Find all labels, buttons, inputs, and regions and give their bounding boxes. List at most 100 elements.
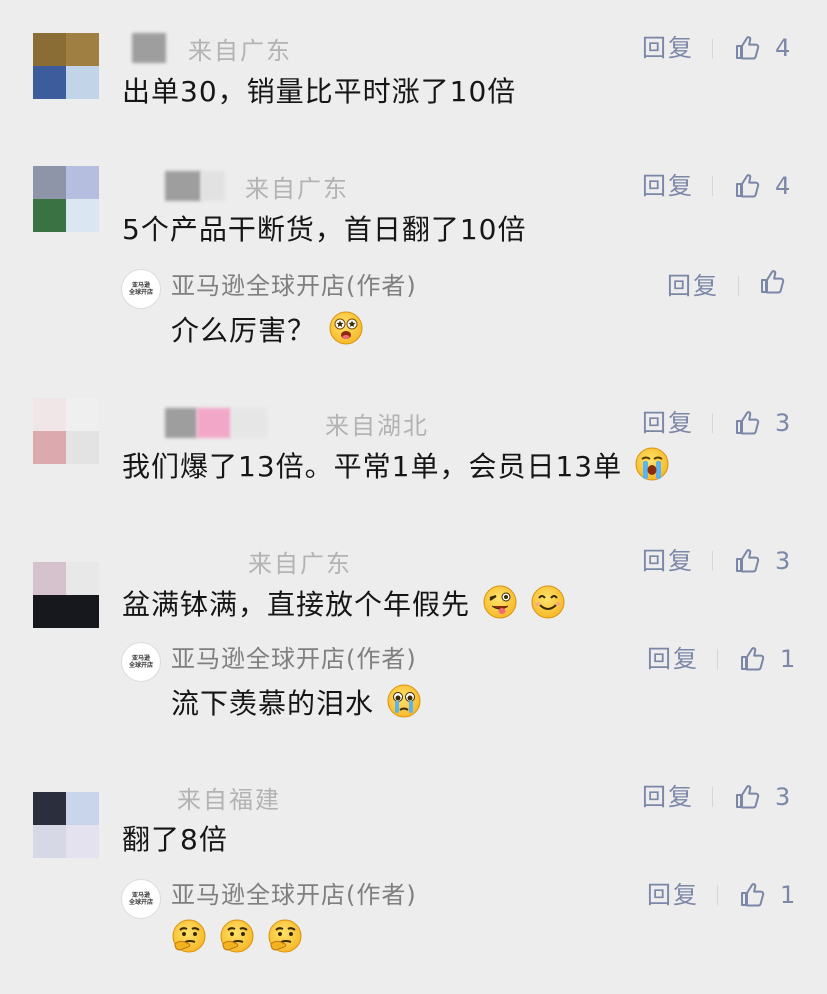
- comment-meta: 来自广东: [228, 543, 352, 579]
- thumbs-up-icon: [758, 268, 786, 296]
- star-eyes-emoji-icon: [329, 311, 363, 345]
- reply-button[interactable]: 回复: [642, 405, 694, 441]
- reply-button[interactable]: 回复: [647, 877, 699, 913]
- teary-emoji-icon: [387, 684, 421, 718]
- avatar-tile: [33, 595, 66, 628]
- logo-text: 全球开店: [128, 662, 153, 669]
- like-button[interactable]: 4: [733, 30, 790, 66]
- username-redacted: [231, 408, 267, 438]
- comment-text: 盆满钵满，直接放个年假先: [122, 584, 566, 625]
- username-redacted: [132, 33, 166, 63]
- comment-text-content: 盆满钵满，直接放个年假先: [122, 588, 471, 621]
- avatar-tile: [33, 792, 66, 825]
- comment-meta: 来自湖北: [165, 405, 429, 441]
- divider: [717, 885, 718, 905]
- comment-text: 5个产品干断货，首日翻了10倍: [122, 213, 527, 246]
- comment-meta: 来自广东: [165, 168, 349, 204]
- like-count: 4: [775, 172, 791, 200]
- comment-text: 翻了8倍: [122, 823, 228, 856]
- thumbs-up-icon: [738, 645, 766, 673]
- avatar-tile: [66, 431, 99, 464]
- reply-text-content: 流下羡慕的泪水: [171, 687, 375, 720]
- like-button[interactable]: 1: [738, 877, 795, 913]
- reply-button[interactable]: 回复: [642, 543, 694, 579]
- loudly-crying-emoji-icon: [635, 447, 669, 481]
- avatar-tile: [66, 199, 99, 232]
- author-avatar[interactable]: 亚马逊 全球开店: [121, 642, 161, 682]
- avatar-tile: [66, 66, 99, 99]
- avatar-tile: [33, 431, 66, 464]
- logo-text: 全球开店: [128, 289, 153, 296]
- like-count: 3: [775, 547, 791, 575]
- thumbs-up-icon: [738, 881, 766, 909]
- avatar-tile: [33, 562, 66, 595]
- logo-text: 亚马逊: [131, 655, 150, 662]
- like-button[interactable]: 3: [733, 405, 790, 441]
- divider: [738, 276, 739, 296]
- thinking-emoji-icon: [268, 919, 302, 953]
- avatar-tile: [66, 595, 99, 628]
- username-redacted: [165, 408, 197, 438]
- avatar-tile: [33, 33, 66, 66]
- avatar[interactable]: [33, 166, 99, 232]
- author-avatar[interactable]: 亚马逊 全球开店: [121, 879, 161, 919]
- username-redacted: [197, 408, 231, 438]
- comment-text-content: 我们爆了13倍。平常1单，会员日13单: [122, 450, 623, 483]
- like-count: 4: [775, 34, 791, 62]
- like-count: 3: [775, 409, 791, 437]
- region-label: 来自湖北: [325, 411, 429, 440]
- reply-button[interactable]: 回复: [647, 641, 699, 677]
- thumbs-up-icon: [733, 34, 761, 62]
- like-count: 3: [775, 783, 791, 811]
- avatar-tile: [66, 792, 99, 825]
- avatar-tile: [33, 825, 66, 858]
- avatar-tile: [33, 398, 66, 431]
- thinking-emoji-icon: [220, 919, 254, 953]
- thumbs-up-icon: [733, 409, 761, 437]
- like-button[interactable]: 4: [733, 168, 790, 204]
- reply-text: [169, 918, 303, 959]
- winking-tongue-emoji-icon: [483, 585, 517, 619]
- reply-button[interactable]: 回复: [642, 779, 694, 815]
- like-count: 1: [780, 645, 796, 673]
- thumbs-up-icon: [733, 172, 761, 200]
- like-button[interactable]: 1: [738, 641, 795, 677]
- divider: [712, 787, 713, 807]
- username-redacted: [165, 171, 201, 201]
- comment-text: 我们爆了13倍。平常1单，会员日13单: [122, 446, 670, 487]
- region-label: 来自广东: [188, 36, 292, 65]
- reply-button[interactable]: 回复: [642, 168, 694, 204]
- reply-text: 介么厉害？: [171, 310, 364, 351]
- author-name: 亚马逊全球开店(作者): [171, 645, 417, 673]
- reply-text-content: 介么厉害？: [171, 314, 317, 347]
- avatar[interactable]: [33, 792, 99, 858]
- divider: [717, 649, 718, 669]
- author-name: 亚马逊全球开店(作者): [171, 272, 417, 300]
- author-avatar[interactable]: 亚马逊 全球开店: [121, 269, 161, 309]
- avatar[interactable]: [33, 562, 99, 628]
- divider: [712, 39, 713, 59]
- region-label: 来自广东: [245, 174, 349, 203]
- reply-button[interactable]: 回复: [642, 30, 694, 66]
- region-label: 来自广东: [248, 549, 352, 578]
- avatar-tile: [66, 825, 99, 858]
- thumbs-up-icon: [733, 783, 761, 811]
- logo-text: 全球开店: [128, 899, 153, 906]
- logo-text: 亚马逊: [131, 892, 150, 899]
- avatar-tile: [66, 398, 99, 431]
- avatar-tile: [33, 166, 66, 199]
- avatar-tile: [33, 66, 66, 99]
- like-button[interactable]: 3: [733, 543, 790, 579]
- reply-button[interactable]: 回复: [667, 268, 719, 304]
- avatar-tile: [66, 562, 99, 595]
- reply-text: 流下羡慕的泪水: [171, 683, 422, 724]
- comment-meta: 来自福建: [157, 779, 281, 815]
- author-name: 亚马逊全球开店(作者): [171, 881, 417, 909]
- divider: [712, 551, 713, 571]
- thumbs-up-icon: [733, 547, 761, 575]
- like-button[interactable]: 3: [733, 779, 790, 815]
- region-label: 来自福建: [177, 785, 281, 814]
- like-button[interactable]: [758, 268, 786, 296]
- avatar[interactable]: [33, 33, 99, 99]
- avatar[interactable]: [33, 398, 99, 464]
